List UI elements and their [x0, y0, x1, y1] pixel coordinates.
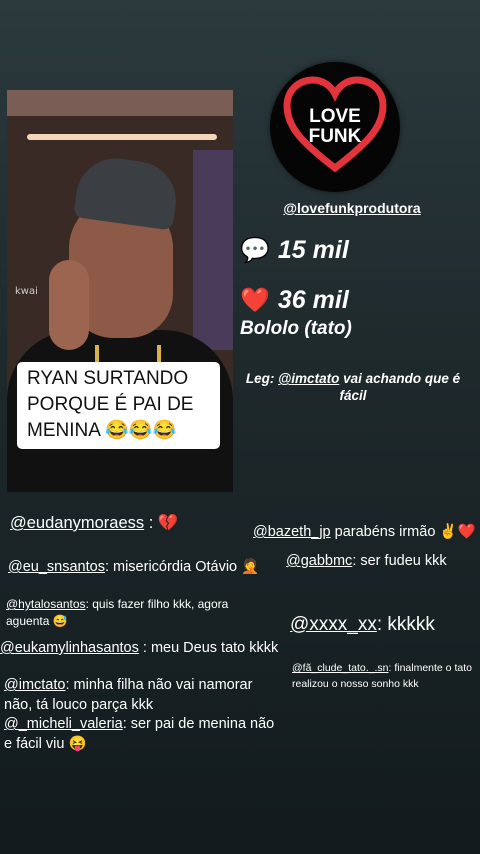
- comment-text: parabéns irmão ✌️❤️: [330, 524, 476, 540]
- comments-count-value: 15 mil: [277, 236, 349, 264]
- comment-eukamylinhasantos: @eukamylinhasantos : meu Deus tato kkkk: [0, 638, 278, 658]
- comment-text: : misericórdia Otávio 🤦: [104, 559, 260, 575]
- closet-light: [27, 134, 217, 140]
- comment-hytalosantos: @hytalosantos: quis fazer filho kkk, ago…: [6, 596, 256, 630]
- comment-user[interactable]: @hytalosantos: [6, 597, 86, 611]
- logo-line1: LOVE: [309, 106, 361, 127]
- comment-user[interactable]: @eukamylinhasantos: [0, 640, 139, 656]
- legend-text: vai achando que é fácil: [339, 371, 461, 403]
- speech-bubble-icon: 💬: [240, 237, 270, 264]
- legend-user[interactable]: @imctato: [278, 371, 339, 386]
- legend-caption: Leg: @imctato vai achando que é fácil: [238, 370, 468, 404]
- comment-imctato: @imctato: minha filha não vai namorar nã…: [4, 675, 284, 715]
- comment-user[interactable]: @imctato: [4, 677, 65, 693]
- comment-user[interactable]: @eudanymoraess: [10, 514, 144, 532]
- closet-shelf: [7, 90, 233, 116]
- music-title: Bololo (tato): [240, 318, 352, 339]
- comment-text: : kkkkk: [376, 614, 435, 635]
- comment-xxxx-xx: @xxxx_xx: kkkkk: [290, 613, 435, 637]
- likes-count-value: 36 mil: [277, 286, 349, 314]
- comment-gabbmc: @gabbmc: ser fudeu kkk: [286, 551, 447, 571]
- comment-micheli-valeria: @_micheli_valeria: ser pai de menina não…: [4, 714, 284, 754]
- love-funk-logo[interactable]: LOVE FUNK: [270, 62, 400, 192]
- comment-user[interactable]: @gabbmc: [286, 553, 352, 569]
- kwai-watermark: kwai: [15, 286, 38, 297]
- comment-user[interactable]: @fã_clude_tato._.sn: [292, 662, 388, 674]
- comment-user[interactable]: @_micheli_valeria: [4, 716, 123, 732]
- comment-eudanymoraess: @eudanymoraess : 💔: [10, 512, 178, 534]
- person-cap: [73, 153, 181, 231]
- post-caption: RYAN SURTANDO PORQUE É PAI DE MENINA 😂😂😂: [17, 362, 220, 449]
- profile-handle[interactable]: @lovefunkprodutora: [257, 200, 447, 216]
- comment-fa-clude-tato: @fã_clude_tato._.sn: finalmente o tato r…: [292, 660, 472, 692]
- comment-bazeth: @bazeth_jp parabéns irmão ✌️❤️: [253, 522, 476, 542]
- comment-text: : 💔: [144, 514, 179, 532]
- comment-text: : meu Deus tato kkkk: [138, 640, 279, 656]
- comment-text: : ser fudeu kkk: [352, 553, 447, 569]
- comments-count[interactable]: 💬 15 mil: [240, 236, 349, 265]
- legend-prefix: Leg:: [245, 371, 279, 386]
- comment-eu-snsantos: @eu_snsantos: misericórdia Otávio 🤦: [8, 557, 259, 577]
- comment-user[interactable]: @bazeth_jp: [253, 524, 331, 540]
- closet-clothes: [193, 150, 233, 350]
- person-hand: [49, 260, 89, 350]
- likes-count[interactable]: ❤️ 36 mil: [240, 286, 349, 315]
- comment-user[interactable]: @xxxx_xx: [290, 614, 377, 635]
- logo-line2: FUNK: [308, 126, 362, 147]
- heart-icon: ❤️: [240, 287, 270, 314]
- comment-user[interactable]: @eu_snsantos: [8, 559, 105, 575]
